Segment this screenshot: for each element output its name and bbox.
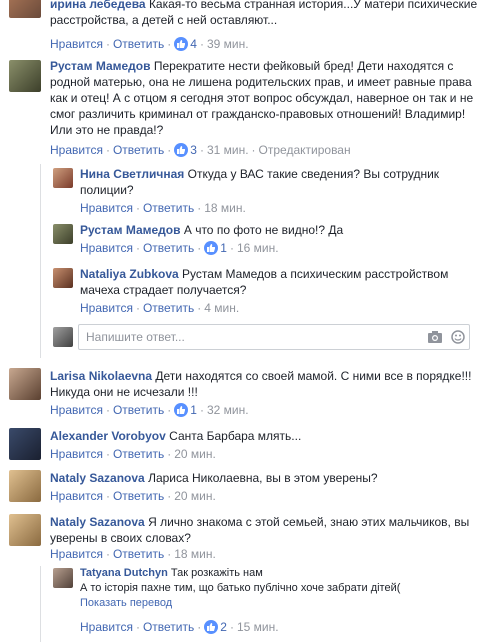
current-user-avatar: [53, 327, 73, 347]
comment-text-line2: А то історія пахне тим, що батько публіч…: [80, 582, 401, 594]
like-link[interactable]: Нравится: [80, 201, 133, 215]
reply-link[interactable]: Ответить: [113, 489, 164, 503]
comment-author[interactable]: Нина Светличная: [80, 167, 184, 181]
comment: Nataly Sazanova Лариса Николаевна, вы в …: [0, 466, 488, 508]
reply-link[interactable]: Ответить: [143, 201, 194, 215]
reply-link[interactable]: Ответить: [113, 403, 164, 417]
comment-text: Так розкажіть нам: [170, 567, 263, 579]
avatar[interactable]: [9, 60, 41, 92]
reply-link[interactable]: Ответить: [143, 301, 194, 315]
reply: Рустам Мамедов А что по фото не видно!? …: [0, 220, 488, 260]
comment-time[interactable]: 16 мин.: [237, 241, 279, 255]
like-count[interactable]: 3: [174, 143, 197, 157]
like-icon: [174, 37, 189, 51]
comment-author[interactable]: Nataly Sazanova: [50, 471, 145, 485]
camera-icon[interactable]: [427, 330, 443, 347]
comment-time[interactable]: 15 мин.: [237, 620, 279, 634]
comment-author[interactable]: Tatyana Dutchyn: [80, 567, 168, 579]
like-icon: [204, 241, 219, 255]
reply-link[interactable]: Ответить: [113, 37, 164, 51]
like-link[interactable]: Нравится: [50, 447, 103, 461]
like-link[interactable]: Нравится: [80, 620, 133, 634]
reply-link[interactable]: Ответить: [113, 547, 164, 561]
comment-time[interactable]: 18 мин.: [204, 201, 246, 215]
avatar[interactable]: [53, 168, 73, 188]
like-icon: [204, 620, 219, 634]
comment-text: А что по фото не видно!? Да: [183, 223, 344, 237]
comment: Alexander Vorobyov Санта Барбара млять..…: [0, 424, 488, 464]
reply-link[interactable]: Ответить: [143, 241, 194, 255]
avatar[interactable]: [53, 268, 73, 288]
comment-author[interactable]: Рустам Мамедов: [50, 59, 151, 73]
reply-input[interactable]: [79, 325, 419, 349]
comment-author[interactable]: Рустам Мамедов: [80, 223, 181, 237]
comment-text: Санта Барбара млять...: [169, 429, 302, 443]
comment-time[interactable]: 20 мин.: [174, 447, 216, 461]
like-icon: [174, 403, 189, 417]
comment-text: Лариса Николаевна, вы в этом уверены?: [148, 471, 378, 485]
comment: Рустам Мамедов Перекратите нести фейковы…: [0, 56, 488, 164]
like-link[interactable]: Нравится: [50, 547, 103, 561]
comment: ирина лебедева Какая-то весьма странная …: [0, 0, 488, 56]
comment-author[interactable]: Nataly Sazanova: [50, 515, 145, 529]
comment-time[interactable]: 39 мин.: [207, 37, 249, 51]
comment-author[interactable]: ирина лебедева: [50, 0, 146, 11]
comment-time[interactable]: 32 мин.: [207, 403, 249, 417]
like-count[interactable]: 2: [204, 620, 227, 634]
comment-time[interactable]: 31 мин.: [207, 143, 249, 157]
comment-author[interactable]: Larisa Nikolaevna: [50, 369, 152, 383]
reply: Tatyana Dutchyn Так розкажіть нам А то і…: [0, 566, 488, 642]
comment-time[interactable]: 4 мин.: [204, 301, 239, 315]
avatar[interactable]: [9, 368, 41, 400]
like-link[interactable]: Нравится: [50, 143, 103, 157]
comment: Nataly Sazanova Я лично знакома с этой с…: [0, 510, 488, 566]
comment-time[interactable]: 20 мин.: [174, 489, 216, 503]
reply-link[interactable]: Ответить: [113, 143, 164, 157]
reply-link[interactable]: Ответить: [113, 447, 164, 461]
avatar[interactable]: [9, 0, 41, 18]
avatar[interactable]: [9, 428, 41, 460]
avatar[interactable]: [53, 568, 73, 588]
comment-time[interactable]: 18 мин.: [174, 547, 216, 561]
comment: Larisa Nikolaevna Дети находятся со свое…: [0, 366, 488, 424]
like-count[interactable]: 1: [174, 403, 197, 417]
like-icon: [174, 143, 189, 157]
emoji-icon[interactable]: [451, 330, 465, 347]
reply-link[interactable]: Ответить: [143, 620, 194, 634]
reply-composer[interactable]: [78, 324, 470, 350]
like-count[interactable]: 4: [174, 37, 197, 51]
like-link[interactable]: Нравится: [50, 37, 103, 51]
like-link[interactable]: Нравится: [50, 489, 103, 503]
avatar[interactable]: [53, 224, 73, 244]
avatar[interactable]: [9, 470, 41, 502]
comment-author[interactable]: Nataliya Zubkova: [80, 267, 179, 281]
like-link[interactable]: Нравится: [80, 241, 133, 255]
comment-author[interactable]: Alexander Vorobyov: [50, 429, 166, 443]
like-count[interactable]: 1: [204, 241, 227, 255]
reply: Nataliya Zubkova Рустам Мамедов а психич…: [0, 264, 488, 316]
avatar[interactable]: [9, 514, 41, 546]
like-link[interactable]: Нравится: [80, 301, 133, 315]
edited-label[interactable]: Отредактирован: [259, 143, 351, 157]
show-translation-link[interactable]: Показать перевод: [80, 597, 172, 609]
reply: Нина Светличная Откуда у ВАС такие сведе…: [0, 164, 488, 216]
like-link[interactable]: Нравится: [50, 403, 103, 417]
